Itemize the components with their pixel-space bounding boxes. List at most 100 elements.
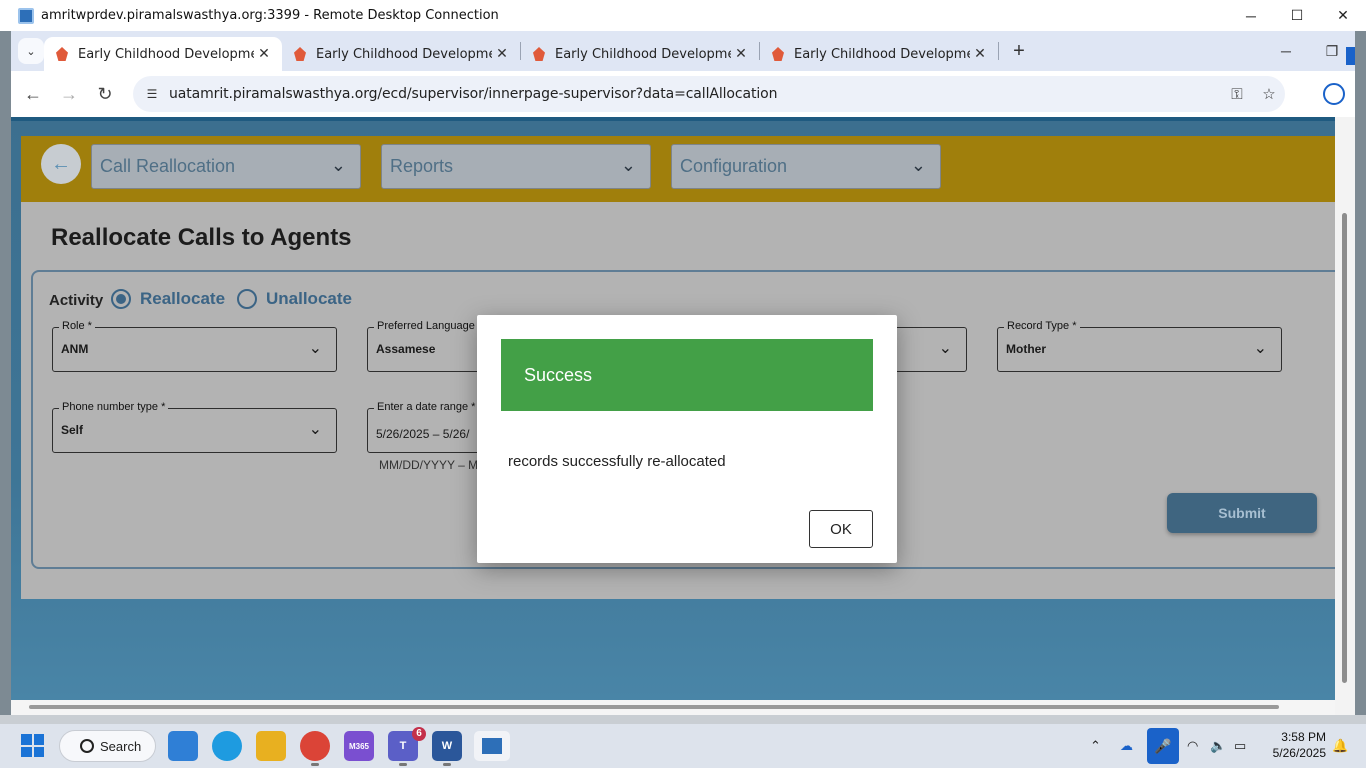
favicon-icon <box>772 47 784 61</box>
m365-app-icon[interactable]: M365 <box>344 731 374 761</box>
record-type-select[interactable]: Record Type * Mother ⌄ <box>997 320 1282 372</box>
teams-badge: 6 <box>412 727 426 741</box>
phone-number-type-select[interactable]: Phone number type * Self ⌄ <box>52 401 337 453</box>
radio-label: Reallocate <box>140 289 226 308</box>
onedrive-icon[interactable]: ☁ <box>1120 724 1133 768</box>
running-indicator <box>311 763 319 766</box>
maximize-button[interactable]: ☐ <box>1274 0 1320 31</box>
windows-taskbar: Search M365 T6 W ⌃ ☁ 🎤 ◠ 🔈 ▭ 3:58 PM 5/2… <box>0 724 1366 768</box>
rdc-window-title: amritwprdev.piramalswasthya.org:3399 - R… <box>41 8 499 23</box>
rdc-title-bar: amritwprdev.piramalswasthya.org:3399 - R… <box>0 0 1366 31</box>
browser-tab[interactable]: Early Childhood Development ✕ <box>282 37 520 71</box>
notification-bell-icon[interactable]: 🔔 <box>1332 724 1348 768</box>
menu-label: Configuration <box>680 156 788 176</box>
edge-browser-icon[interactable] <box>212 731 242 761</box>
browser-toolbar: ← → ↻ ☰ uatamrit.piramalswasthya.org/ecd… <box>11 71 1355 117</box>
radio-checked-icon <box>111 289 131 309</box>
word-app-icon[interactable]: W <box>432 731 462 766</box>
tab-close-icon[interactable]: ✕ <box>492 46 512 62</box>
chevron-down-icon: ⌄ <box>308 340 322 357</box>
back-arrow-button[interactable]: ← <box>41 144 81 184</box>
close-button[interactable]: ✕ <box>1320 0 1366 31</box>
field-label: Record Type * <box>1004 320 1080 332</box>
forward-button[interactable]: → <box>51 76 87 112</box>
field-value[interactable]: 5/26/2025 – 5/26/ <box>376 427 469 441</box>
role-select[interactable]: Role * ANM ⌄ <box>52 320 337 372</box>
tab-label: Early Childhood Development <box>78 46 254 62</box>
profile-avatar-icon[interactable] <box>1323 83 1345 105</box>
tab-close-icon[interactable]: ✕ <box>970 46 990 62</box>
address-bar[interactable]: ☰ uatamrit.piramalswasthya.org/ecd/super… <box>133 76 1285 112</box>
browser-tab[interactable]: Early Childhood Development ✕ <box>760 37 998 71</box>
site-info-icon[interactable]: ☰ <box>141 83 163 105</box>
submit-button[interactable]: Submit <box>1167 493 1317 533</box>
system-clock[interactable]: 3:58 PM 5/26/2025 <box>1273 729 1326 761</box>
clock-date: 5/26/2025 <box>1272 746 1326 760</box>
field-label: Phone number type * <box>59 401 169 413</box>
scrollbar-thumb[interactable] <box>1342 213 1347 683</box>
tab-close-icon[interactable]: ✕ <box>731 46 751 62</box>
favicon-icon <box>56 47 68 61</box>
running-indicator <box>399 763 407 766</box>
menu-call-reallocation[interactable]: Call Reallocation ⌄ <box>91 144 361 189</box>
rdc-window-controls: ─ ☐ ✕ <box>1228 0 1366 31</box>
address-bar-actions: ⚿ ☆ <box>1221 76 1285 112</box>
menu-configuration[interactable]: Configuration ⌄ <box>671 144 941 189</box>
show-hidden-icons[interactable]: ⌃ <box>1090 724 1101 768</box>
url-text[interactable]: uatamrit.piramalswasthya.org/ecd/supervi… <box>169 86 777 102</box>
minimize-button[interactable]: ─ <box>1228 0 1274 31</box>
page-top-strip <box>11 117 1335 121</box>
success-dialog: Success records successfully re-allocate… <box>477 315 897 563</box>
field-value: ANM <box>61 342 89 356</box>
side-panel-tab[interactable] <box>1346 47 1355 65</box>
taskbar-search[interactable]: Search <box>59 730 156 762</box>
chevron-down-icon: ⌄ <box>330 155 346 175</box>
volume-icon[interactable]: 🔈 <box>1210 724 1226 768</box>
tab-label: Early Childhood Development <box>316 46 492 62</box>
field-value: Mother <box>1006 342 1046 356</box>
tab-label: Early Childhood Development <box>794 46 970 62</box>
favicon-icon <box>533 47 545 61</box>
tab-separator <box>998 42 999 60</box>
m365-label: M365 <box>348 741 369 751</box>
menu-reports[interactable]: Reports ⌄ <box>381 144 651 189</box>
remote-desktop-icon <box>482 738 502 754</box>
wifi-icon[interactable]: ◠ <box>1187 724 1198 768</box>
browser-tab[interactable]: Early Childhood Development ✕ <box>44 37 282 71</box>
key-icon[interactable]: ⚿ <box>1221 86 1253 103</box>
radio-unallocate[interactable]: Unallocate <box>237 289 352 309</box>
search-label: Search <box>100 738 142 754</box>
vertical-scrollbar[interactable] <box>1335 47 1355 715</box>
battery-icon[interactable]: ▭ <box>1234 724 1246 768</box>
reload-button[interactable]: ↻ <box>87 76 123 112</box>
browser-minimize-button[interactable]: ─ <box>1263 43 1309 59</box>
tab-search-button[interactable]: ⌄ <box>18 38 44 64</box>
activity-label: Activity <box>49 292 104 309</box>
back-button[interactable]: ← <box>15 76 51 112</box>
bookmark-star-icon[interactable]: ☆ <box>1253 85 1285 103</box>
clock-time: 3:58 PM <box>1281 730 1326 744</box>
remote-desktop-icon <box>18 7 34 24</box>
tab-label: Early Childhood Development <box>555 46 731 62</box>
ok-button[interactable]: OK <box>809 510 873 548</box>
chevron-down-icon: ⌄ <box>1253 340 1267 357</box>
horizontal-scrollbar[interactable] <box>11 700 1335 715</box>
windows-start-icon[interactable] <box>21 734 44 757</box>
chevron-down-icon: ⌄ <box>308 421 322 438</box>
app-header: ← Call Reallocation ⌄ Reports ⌄ Configur… <box>21 136 1335 202</box>
new-tab-button[interactable]: + <box>1005 37 1033 65</box>
field-label: Preferred Language * <box>374 320 486 332</box>
radio-reallocate[interactable]: Reallocate <box>111 289 225 309</box>
tab-close-icon[interactable]: ✕ <box>254 46 274 62</box>
browser-tab[interactable]: Early Childhood Development ✕ <box>521 37 759 71</box>
field-value: Self <box>61 423 84 437</box>
remote-desktop-taskbar-icon[interactable] <box>474 731 510 761</box>
scrollbar-thumb[interactable] <box>29 705 1279 709</box>
file-explorer-icon[interactable] <box>256 731 286 761</box>
microphone-icon[interactable]: 🎤 <box>1147 728 1179 764</box>
store-app-icon[interactable] <box>168 731 198 761</box>
teams-app-icon[interactable]: T6 <box>388 727 426 766</box>
field-label: Enter a date range * <box>374 401 479 413</box>
chrome-browser-icon[interactable] <box>300 731 330 766</box>
chevron-down-icon: ⌄ <box>620 155 636 175</box>
